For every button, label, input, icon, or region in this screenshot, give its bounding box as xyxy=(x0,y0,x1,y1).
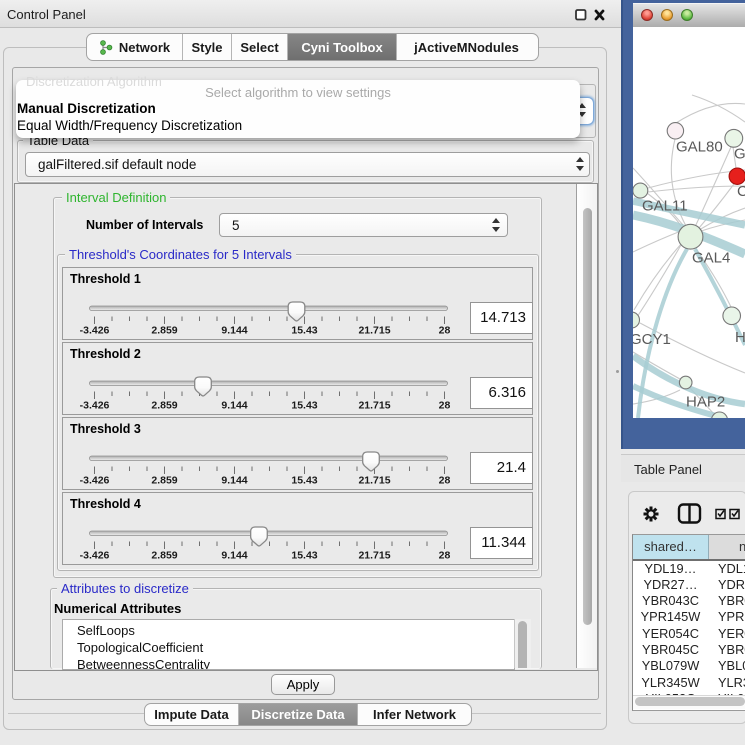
svg-text:2.859: 2.859 xyxy=(151,400,177,412)
svg-text:9.144: 9.144 xyxy=(221,475,247,487)
svg-text:28: 28 xyxy=(439,400,451,412)
svg-text:2.859: 2.859 xyxy=(151,475,177,487)
svg-text:21.715: 21.715 xyxy=(358,550,390,562)
svg-text:GAL4: GAL4 xyxy=(692,250,730,267)
svg-text:GAL11: GAL11 xyxy=(642,198,688,215)
svg-text:15.43: 15.43 xyxy=(291,550,317,562)
svg-text:28: 28 xyxy=(439,475,451,487)
svg-text:GAL80: GAL80 xyxy=(676,139,723,156)
svg-text:28: 28 xyxy=(439,550,451,562)
svg-text:15.43: 15.43 xyxy=(291,475,317,487)
svg-text:2.859: 2.859 xyxy=(151,550,177,562)
svg-text:-3.426: -3.426 xyxy=(80,550,110,562)
svg-text:GCY1: GCY1 xyxy=(633,331,671,348)
svg-text:-3.426: -3.426 xyxy=(80,400,110,412)
svg-text:9.144: 9.144 xyxy=(221,325,247,337)
svg-text:GA: GA xyxy=(734,146,745,163)
svg-text:2.859: 2.859 xyxy=(151,325,177,337)
svg-text:9.144: 9.144 xyxy=(221,400,247,412)
svg-text:9.144: 9.144 xyxy=(221,550,247,562)
svg-text:H: H xyxy=(735,329,745,346)
svg-text:21.715: 21.715 xyxy=(358,400,390,412)
svg-text:15.43: 15.43 xyxy=(291,400,317,412)
svg-text:28: 28 xyxy=(439,325,451,337)
svg-text:-3.426: -3.426 xyxy=(80,325,110,337)
svg-text:15.43: 15.43 xyxy=(291,325,317,337)
svg-text:-3.426: -3.426 xyxy=(80,475,110,487)
svg-text:HAP2: HAP2 xyxy=(686,394,725,411)
svg-text:21.715: 21.715 xyxy=(358,325,390,337)
svg-text:C: C xyxy=(737,183,745,200)
svg-text:21.715: 21.715 xyxy=(358,475,390,487)
